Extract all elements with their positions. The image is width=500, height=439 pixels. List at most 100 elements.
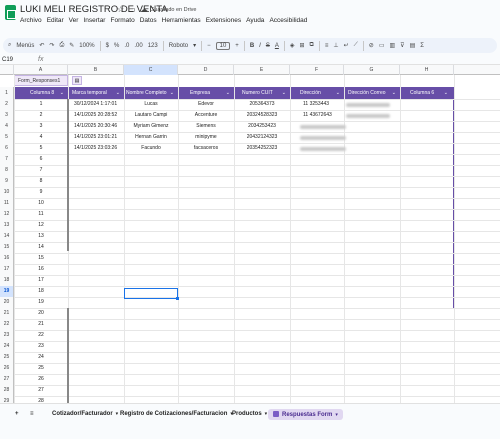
row-header[interactable]: 18 [0, 275, 14, 286]
row-header[interactable]: 21 [0, 308, 14, 319]
cell-cuit[interactable]: 20432124323 [234, 132, 290, 143]
cell-marca-temporal[interactable]: 14/1/2025 20:30:46 [74, 121, 117, 132]
table-header-cell[interactable]: Numero CUIT ⌄ [242, 87, 290, 99]
cell-empresa[interactable]: Edevor [178, 99, 234, 110]
column-header-d[interactable]: D [178, 65, 234, 75]
cell-columna-8[interactable]: 9 [14, 187, 68, 198]
table-header-cell[interactable]: Columna 8 ⌄ [30, 87, 68, 99]
cell-columna-8[interactable]: 20 [14, 308, 68, 319]
row-header[interactable]: 14 [0, 231, 14, 242]
merge-cells-icon[interactable]: ⧉ [310, 42, 314, 49]
move-folder-icon[interactable]: ▭ [128, 5, 136, 14]
table-name-chip[interactable]: Form_Responses1 [14, 75, 68, 86]
row-header[interactable]: 11 [0, 198, 14, 209]
cell-marca-temporal[interactable]: 30/12/2024 1:17:01 [74, 99, 117, 110]
row-header[interactable]: 13 [0, 220, 14, 231]
table-header-cell[interactable]: Empresa ⌄ [190, 87, 234, 99]
row-header[interactable]: 16 [0, 253, 14, 264]
cell-columna-8[interactable]: 25 [14, 363, 68, 374]
cell-columna-8[interactable]: 16 [14, 264, 68, 275]
row-header[interactable]: 23 [0, 330, 14, 341]
chevron-down-icon[interactable]: ▾ [265, 411, 268, 417]
cell-columna-8[interactable]: 17 [14, 275, 68, 286]
font-size-increase-button[interactable]: + [235, 43, 239, 49]
filter-icon[interactable]: ⊽ [400, 42, 404, 49]
table-header-cell[interactable]: Dirección Correo ⌄ [348, 87, 400, 99]
add-sheet-button[interactable]: + [15, 411, 19, 417]
menu-herramientas[interactable]: Herramientas [162, 17, 201, 24]
cell-nombre[interactable]: Lautaro Campi [124, 110, 178, 121]
cell-columna-8[interactable]: 15 [14, 253, 68, 264]
insert-chart-icon[interactable]: ▥ [390, 42, 396, 49]
menu-archivo[interactable]: Archivo [20, 17, 42, 24]
cell-empresa[interactable]: Accenture [178, 110, 234, 121]
cell-nombre[interactable]: Facundo [124, 143, 178, 154]
increase-decimal-button[interactable]: .00 [134, 43, 142, 49]
row-header[interactable]: 20 [0, 297, 14, 308]
cell-columna-8[interactable]: 8 [14, 176, 68, 187]
functions-icon[interactable]: Σ [420, 43, 424, 49]
row-header[interactable]: 29 [0, 396, 14, 403]
cell-cuit[interactable]: 20354252323 [234, 143, 290, 154]
font-select[interactable]: Roboto [169, 43, 188, 49]
paint-format-icon[interactable]: ✎ [69, 42, 74, 49]
font-size-decrease-button[interactable]: − [207, 43, 211, 49]
row-header[interactable]: 22 [0, 319, 14, 330]
cell-columna-8[interactable]: 19 [14, 297, 68, 308]
sheet-tab-active[interactable]: Respuestas Form ▾ [268, 409, 343, 420]
cell-marca-temporal[interactable]: 14/1/2025 23:01:21 [74, 132, 117, 143]
cell-columna-8[interactable]: 4 [14, 132, 68, 143]
menu-editar[interactable]: Editar [47, 17, 64, 24]
cell-columna-8[interactable]: 14 [14, 242, 68, 253]
cell-columna-8[interactable]: 1 [14, 99, 68, 110]
font-size-input[interactable]: 10 [215, 41, 231, 50]
row-header[interactable]: 9 [0, 176, 14, 187]
cell-columna-8[interactable]: 7 [14, 165, 68, 176]
cell-marca-temporal[interactable]: 14/1/2025 20:28:52 [74, 110, 117, 121]
cell-nombre[interactable]: Hernan Garrin [124, 132, 178, 143]
chevron-down-icon[interactable]: ⌄ [444, 87, 448, 99]
cell-columna-8[interactable]: 2 [14, 110, 68, 121]
cell-columna-8[interactable]: 27 [14, 385, 68, 396]
menu-accesibilidad[interactable]: Accesibilidad [269, 17, 307, 24]
menu-formato[interactable]: Formato [110, 17, 134, 24]
column-header-b[interactable]: B [68, 65, 124, 75]
cell-direccion[interactable]: 11 43672643 [303, 110, 332, 121]
cell-columna-8[interactable]: 28 [14, 396, 68, 403]
row-header[interactable]: 10 [0, 187, 14, 198]
chevron-down-icon[interactable]: ⌄ [170, 87, 174, 99]
table-options-icon[interactable]: ▤ [72, 76, 82, 85]
sheet-tab[interactable]: Registro de Cotizaciones/Facturacion ▾ [120, 411, 233, 417]
cell-nombre[interactable]: Lucas [124, 99, 178, 110]
column-header-c[interactable]: C [124, 65, 178, 75]
cell-marca-temporal[interactable]: 14/1/2025 23:03:26 [74, 143, 117, 154]
row-header[interactable]: 4 [0, 121, 14, 132]
text-color-button[interactable]: A [275, 43, 279, 49]
chevron-down-icon[interactable]: ⌄ [226, 87, 230, 99]
chevron-down-icon[interactable]: ▾ [116, 411, 119, 417]
all-sheets-button[interactable]: ≡ [30, 411, 34, 417]
cell-columna-8[interactable]: 22 [14, 330, 68, 341]
cell-columna-8[interactable]: 11 [14, 209, 68, 220]
vertical-align-icon[interactable]: ⊥ [333, 42, 338, 49]
borders-icon[interactable]: ⊞ [299, 42, 304, 49]
chevron-down-icon[interactable]: ⌄ [392, 87, 396, 99]
strikethrough-button[interactable]: S [266, 43, 270, 49]
cell-cuit[interactable]: 205364373 [234, 99, 290, 110]
cell-columna-8[interactable]: 26 [14, 374, 68, 385]
row-header[interactable]: 2 [0, 99, 14, 110]
row-header[interactable]: 6 [0, 143, 14, 154]
table-header-cell[interactable]: Nombre Completo ⌄ [126, 87, 178, 99]
cell-columna-8[interactable]: 23 [14, 341, 68, 352]
text-rotate-icon[interactable]: ⟋ [354, 42, 358, 49]
column-header-e[interactable]: E [234, 65, 290, 75]
column-header-f[interactable]: F [290, 65, 344, 75]
decrease-decimal-button[interactable]: .0 [124, 43, 129, 49]
cell-columna-8[interactable]: 13 [14, 231, 68, 242]
insert-comment-icon[interactable]: ▭ [379, 42, 385, 49]
row-header[interactable]: 8 [0, 165, 14, 176]
menu-extensiones[interactable]: Extensiones [206, 17, 241, 24]
redo-icon[interactable]: ↷ [49, 42, 54, 49]
cell-columna-8[interactable]: 18 [14, 286, 68, 297]
undo-icon[interactable]: ↶ [39, 42, 44, 49]
